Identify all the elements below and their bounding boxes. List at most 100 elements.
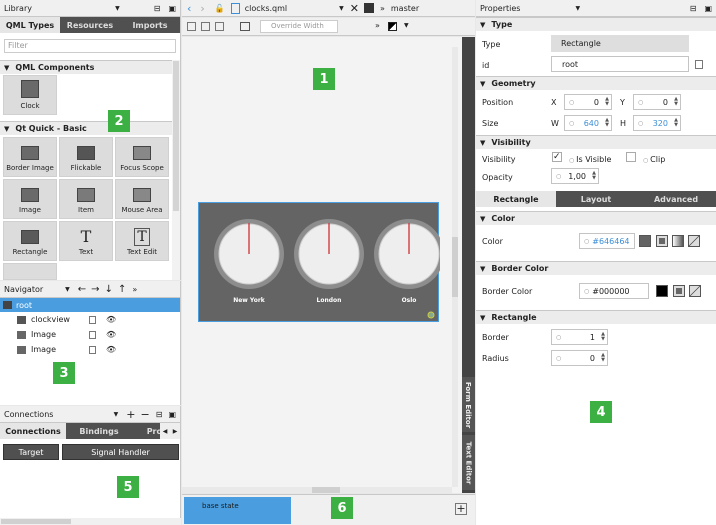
split-view-icon[interactable] xyxy=(363,3,374,13)
clockview[interactable] xyxy=(199,203,440,323)
add-state-button[interactable]: + xyxy=(455,503,467,515)
export-id-icon[interactable] xyxy=(695,60,703,69)
x-input[interactable]: ○ 0 ▲ ▼ xyxy=(564,94,612,110)
arrow-left-icon[interactable]: ← xyxy=(78,284,86,295)
export-icon[interactable] xyxy=(89,330,96,339)
border-color-input[interactable]: ○ #000000 xyxy=(579,283,649,299)
section-qt-quick-basic[interactable]: ▼ Qt Quick - Basic xyxy=(0,121,172,135)
export-icon[interactable] xyxy=(89,345,96,354)
tab-imports[interactable]: Imports xyxy=(120,17,180,33)
tab-scroll-left-icon[interactable]: ◀ xyxy=(160,423,170,439)
library-filter[interactable]: Filter xyxy=(4,39,176,53)
section-type[interactable]: ▼ Type xyxy=(476,17,716,31)
library-scrollbar[interactable] xyxy=(172,60,180,280)
column-signal-handler[interactable]: Signal Handler xyxy=(62,444,179,460)
tab-qml-types[interactable]: QML Types xyxy=(0,17,60,33)
file-dropdown-icon[interactable]: ▼ xyxy=(339,5,344,12)
split-icon[interactable]: ⊟ xyxy=(156,410,163,419)
id-input[interactable]: root xyxy=(551,56,689,72)
remove-icon[interactable]: − xyxy=(141,408,150,421)
lock-icon[interactable]: 🔓 xyxy=(215,4,225,13)
tab-properties[interactable]: Pro xyxy=(132,423,162,439)
canvas-vscroll[interactable] xyxy=(452,47,458,487)
color-swatch[interactable] xyxy=(639,235,651,247)
color-input[interactable]: ○ #646464 xyxy=(579,233,635,249)
eye-icon[interactable]: 👁 xyxy=(106,345,116,354)
width-input[interactable]: ○ 640 ▲ ▼ xyxy=(564,115,612,131)
y-input[interactable]: ○ 0 ▲ ▼ xyxy=(633,94,681,110)
section-visibility[interactable]: ▼ Visibility xyxy=(476,135,716,149)
canvas-area[interactable]: New York London Oslo 1 xyxy=(182,37,462,493)
library-item-flickable[interactable]: Flickable xyxy=(59,137,113,177)
more-icon[interactable]: » xyxy=(375,21,380,30)
resize-handle-icon[interactable] xyxy=(427,311,435,319)
arrow-down-icon[interactable]: ↓ xyxy=(105,284,113,295)
clock-oslo[interactable] xyxy=(374,219,440,289)
tree-row-root[interactable]: root xyxy=(0,298,180,312)
split-icon[interactable]: ⊟ xyxy=(154,4,161,13)
override-width-input[interactable]: Override Width xyxy=(260,20,338,33)
dropdown-icon[interactable]: ▼ xyxy=(115,5,120,12)
tab-resources[interactable]: Resources xyxy=(60,17,120,33)
tab-bindings[interactable]: Bindings xyxy=(66,423,132,439)
canvas-root-rect[interactable]: New York London Oslo xyxy=(198,202,440,323)
section-color[interactable]: ▼ Color xyxy=(476,211,716,225)
snap-anchors-icon[interactable] xyxy=(201,22,210,31)
is-visible-checkbox[interactable]: ✓ xyxy=(552,152,562,162)
arrow-up-icon[interactable]: ↑ xyxy=(118,284,126,295)
transparent-icon[interactable] xyxy=(689,285,701,297)
show-bounds-icon[interactable] xyxy=(215,22,224,31)
snap-icon[interactable] xyxy=(187,22,196,31)
state-base[interactable]: base state xyxy=(184,497,291,524)
library-item-item[interactable]: Item xyxy=(59,179,113,219)
close-file-icon[interactable]: ✕ xyxy=(350,2,359,15)
tree-row-clockview[interactable]: clockview 👁 xyxy=(0,312,180,327)
eye-icon[interactable]: 👁 xyxy=(106,315,116,324)
tab-advanced[interactable]: Advanced xyxy=(636,191,716,207)
background-dropdown-icon[interactable]: ▼ xyxy=(404,22,409,29)
back-icon[interactable]: ‹ xyxy=(187,2,191,15)
add-icon[interactable]: + xyxy=(126,408,135,421)
more-icon[interactable]: » xyxy=(380,4,385,13)
dropdown-icon[interactable]: ▼ xyxy=(65,286,70,293)
clock-new-york[interactable] xyxy=(214,219,284,289)
close-panel-icon[interactable]: ▣ xyxy=(168,4,176,13)
arrow-right-icon[interactable]: → xyxy=(91,284,99,295)
tree-row-image-2[interactable]: Image 👁 xyxy=(0,342,180,357)
split-icon[interactable]: ⊟ xyxy=(690,4,697,13)
radius-input[interactable]: ○ 0 ▲ ▼ xyxy=(551,350,608,366)
section-rectangle[interactable]: ▼ Rectangle xyxy=(476,310,716,324)
clip-checkbox[interactable] xyxy=(626,152,636,162)
dropdown-icon[interactable]: ▼ xyxy=(114,411,119,418)
section-geometry[interactable]: ▼ Geometry xyxy=(476,76,716,90)
tab-connections[interactable]: Connections xyxy=(0,423,66,439)
background-color-icon[interactable] xyxy=(388,22,397,31)
library-item-focus-scope[interactable]: Focus Scope xyxy=(115,137,169,177)
forward-icon[interactable]: › xyxy=(200,2,204,15)
library-item-text[interactable]: T Text xyxy=(59,221,113,261)
reset-view-icon[interactable] xyxy=(240,22,250,31)
library-item-rectangle[interactable]: Rectangle xyxy=(3,221,57,261)
tab-form-editor[interactable]: Form Editor xyxy=(462,377,475,432)
more-icon[interactable]: » xyxy=(132,285,137,294)
tree-row-image-1[interactable]: Image 👁 xyxy=(0,327,180,342)
transparent-icon[interactable] xyxy=(688,235,700,247)
dropdown-icon[interactable]: ▼ xyxy=(575,5,580,12)
border-input[interactable]: ○ 1 ▲ ▼ xyxy=(551,329,608,345)
library-item-border-image[interactable]: Border Image xyxy=(3,137,57,177)
connections-hscroll[interactable] xyxy=(0,518,181,525)
solid-color-icon[interactable] xyxy=(656,235,668,247)
file-name[interactable]: clocks.qml xyxy=(245,4,287,13)
canvas-hscroll[interactable] xyxy=(182,487,452,493)
tab-rectangle[interactable]: Rectangle xyxy=(476,191,556,207)
column-target[interactable]: Target xyxy=(3,444,59,460)
tab-text-editor[interactable]: Text Editor xyxy=(462,435,475,490)
library-item-mouse-area[interactable]: Mouse Area xyxy=(115,179,169,219)
section-qml-components[interactable]: ▼ QML Components xyxy=(0,60,172,74)
eye-icon[interactable]: 👁 xyxy=(106,330,116,339)
library-item-text-edit[interactable]: T Text Edit xyxy=(115,221,169,261)
solid-color-icon[interactable] xyxy=(673,285,685,297)
gradient-icon[interactable] xyxy=(672,235,684,247)
tab-scroll-right-icon[interactable]: ▶ xyxy=(170,423,180,439)
library-item-image[interactable]: Image xyxy=(3,179,57,219)
